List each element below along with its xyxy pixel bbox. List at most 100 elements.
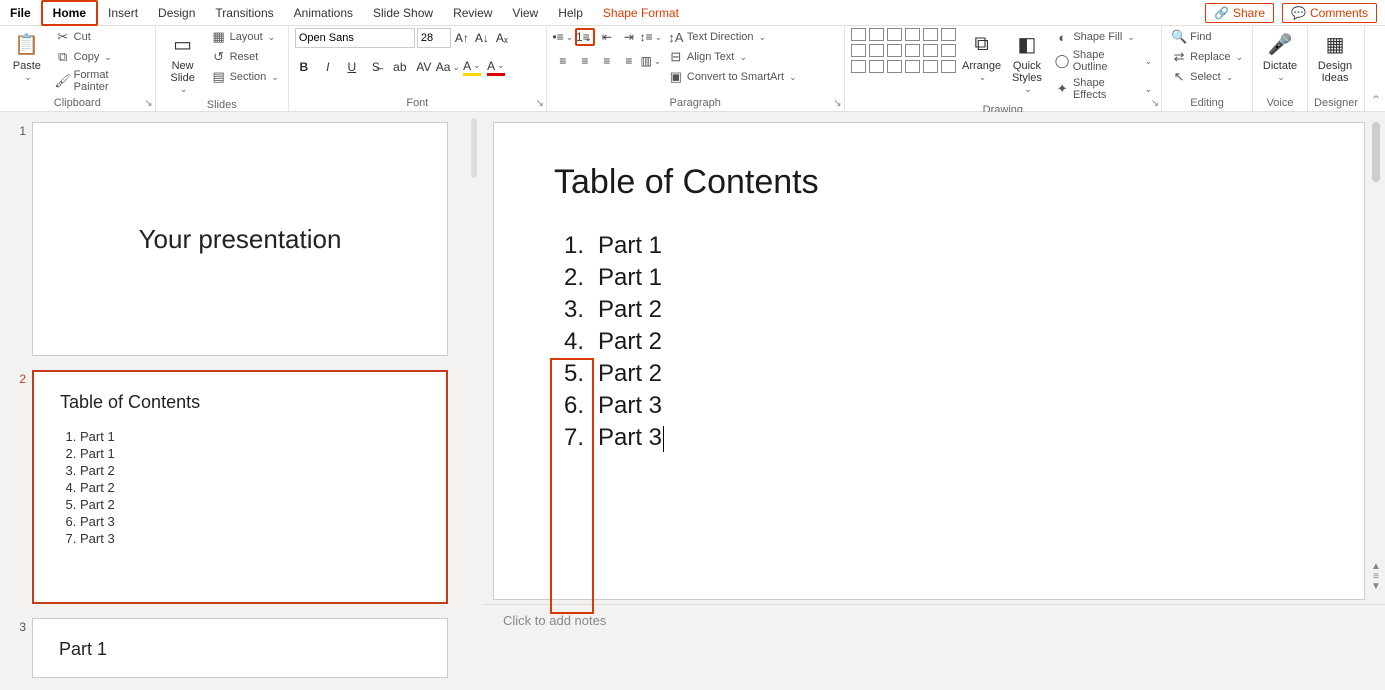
font-size-input[interactable] xyxy=(417,28,451,48)
copy-icon: ⧉ xyxy=(55,49,71,65)
notes-pane[interactable]: Click to add notes xyxy=(483,604,1385,636)
toc-text[interactable]: Part 2 xyxy=(594,360,662,388)
toc-text[interactable]: Part 2 xyxy=(594,328,662,356)
justify-button[interactable]: ≡ xyxy=(619,52,639,70)
thumbnail-slide-3[interactable]: Part 1 xyxy=(32,618,448,678)
group-slides: ▭ New Slide⌄ ▦Layout⌄ ↺Reset ▤Section⌄ S… xyxy=(156,26,289,111)
new-slide-button[interactable]: ▭ New Slide⌄ xyxy=(162,28,204,97)
italic-button[interactable]: I xyxy=(319,58,337,76)
cut-icon: ✂ xyxy=(55,29,71,45)
format-painter-button[interactable]: 🖌Format Painter xyxy=(52,68,149,94)
dictate-button[interactable]: 🎤Dictate⌄ xyxy=(1259,28,1301,85)
layout-icon: ▦ xyxy=(211,29,227,45)
group-editing: 🔍Find ⇄Replace⌄ ↖Select⌄ Editing xyxy=(1162,26,1253,111)
thumb2-list: Part 1 Part 1 Part 2 Part 2 Part 2 Part … xyxy=(60,429,420,546)
toc-text[interactable]: Part 1 xyxy=(594,264,662,292)
slide-title[interactable]: Table of Contents xyxy=(554,163,1304,202)
align-text-button[interactable]: ⊟Align Text⌄ xyxy=(665,48,800,66)
reset-icon: ↺ xyxy=(211,49,227,65)
thumbnail-panel[interactable]: 1 Your presentation 2 Table of Contents … xyxy=(0,112,465,690)
dialog-launcher-clipboard[interactable]: ↘ xyxy=(144,98,152,109)
reset-button[interactable]: ↺Reset xyxy=(208,48,282,66)
collapse-ribbon[interactable]: ⌃ xyxy=(1365,26,1385,111)
strike-button[interactable]: S̶ xyxy=(367,58,385,76)
find-button[interactable]: 🔍Find xyxy=(1168,28,1246,46)
tab-slideshow[interactable]: Slide Show xyxy=(363,2,443,24)
tab-transitions[interactable]: Transitions xyxy=(205,2,283,24)
tab-shape-format[interactable]: Shape Format xyxy=(593,2,689,24)
increase-font-button[interactable]: A↑ xyxy=(453,29,471,47)
toc-list[interactable]: 1.Part 1 2.Part 1 3.Part 2 4.Part 2 5.Pa… xyxy=(554,232,1304,452)
tab-animations[interactable]: Animations xyxy=(284,2,363,24)
comment-icon: 💬 xyxy=(1291,6,1306,20)
layout-button[interactable]: ▦Layout⌄ xyxy=(208,28,282,46)
toc-text[interactable]: Part 1 xyxy=(594,232,662,260)
toc-num: 4. xyxy=(554,328,594,356)
splitter[interactable] xyxy=(465,112,483,690)
select-button[interactable]: ↖Select⌄ xyxy=(1168,68,1246,86)
clear-formatting-button[interactable]: Aₓ xyxy=(493,29,511,47)
columns-button[interactable]: ▥⌄ xyxy=(641,52,661,70)
section-button[interactable]: ▤Section⌄ xyxy=(208,68,282,86)
toc-text[interactable]: Part 2 xyxy=(594,296,662,324)
shadow-button[interactable]: ab xyxy=(391,58,409,76)
thumbnail-slide-1[interactable]: Your presentation xyxy=(32,122,448,356)
group-designer: ▦Design Ideas Designer xyxy=(1308,26,1365,111)
shapes-gallery[interactable] xyxy=(851,28,957,74)
align-center-button[interactable]: ≡ xyxy=(575,52,595,70)
replace-button[interactable]: ⇄Replace⌄ xyxy=(1168,48,1246,66)
paste-icon: 📋 xyxy=(13,30,41,58)
toc-text[interactable]: Part 3 xyxy=(594,424,664,452)
quick-styles-button[interactable]: ◧Quick Styles⌄ xyxy=(1007,28,1048,97)
shape-outline-button[interactable]: ◯Shape Outline⌄ xyxy=(1051,48,1155,74)
decrease-indent-button[interactable]: ⇤ xyxy=(597,28,617,46)
font-name-input[interactable] xyxy=(295,28,415,48)
highlight-button[interactable]: A⌄ xyxy=(463,58,481,76)
comments-button[interactable]: 💬Comments xyxy=(1282,3,1377,23)
slide-canvas[interactable]: Table of Contents 1.Part 1 2.Part 1 3.Pa… xyxy=(493,122,1365,600)
share-button[interactable]: 🔗Share xyxy=(1205,3,1274,23)
shape-fill-button[interactable]: ◐Shape Fill⌄ xyxy=(1051,28,1155,46)
share-icon: 🔗 xyxy=(1214,6,1229,20)
convert-smartart-button[interactable]: ▣Convert to SmartArt⌄ xyxy=(665,68,800,86)
text-direction-button[interactable]: ↕AText Direction⌄ xyxy=(665,28,800,46)
group-label-designer: Designer xyxy=(1314,95,1358,111)
group-label-slides: Slides xyxy=(162,97,282,113)
spacing-button[interactable]: AV xyxy=(415,58,433,76)
change-case-button[interactable]: Aa⌄ xyxy=(439,58,457,76)
numbering-button[interactable]: 1≡ xyxy=(575,28,595,46)
toc-num: 1. xyxy=(554,232,594,260)
tab-help[interactable]: Help xyxy=(548,2,593,24)
tab-design[interactable]: Design xyxy=(148,2,205,24)
chevron-down-icon: ⌄ xyxy=(24,72,32,83)
decrease-font-button[interactable]: A↓ xyxy=(473,29,491,47)
cut-button[interactable]: ✂Cut xyxy=(52,28,149,46)
toc-text[interactable]: Part 3 xyxy=(594,392,662,420)
thumb-number-3: 3 xyxy=(6,618,26,634)
shape-effects-button[interactable]: ✦Shape Effects⌄ xyxy=(1051,76,1155,102)
arrange-button[interactable]: ⧉Arrange⌄ xyxy=(961,28,1003,85)
bullets-button[interactable]: •≡⌄ xyxy=(553,28,573,46)
paste-button[interactable]: 📋 Paste⌄ xyxy=(6,28,48,85)
tab-file[interactable]: File xyxy=(0,2,41,24)
dialog-launcher-paragraph[interactable]: ↘ xyxy=(833,98,841,109)
tab-view[interactable]: View xyxy=(502,2,548,24)
dialog-launcher-drawing[interactable]: ↘ xyxy=(1151,98,1159,109)
tab-insert[interactable]: Insert xyxy=(98,2,148,24)
dialog-launcher-font[interactable]: ↘ xyxy=(535,98,543,109)
design-ideas-button[interactable]: ▦Design Ideas xyxy=(1314,28,1356,86)
align-right-button[interactable]: ≡ xyxy=(597,52,617,70)
copy-button[interactable]: ⧉Copy⌄ xyxy=(52,48,149,66)
thumb1-title: Your presentation xyxy=(139,224,342,255)
align-left-button[interactable]: ≡ xyxy=(553,52,573,70)
bold-button[interactable]: B xyxy=(295,58,313,76)
underline-button[interactable]: U xyxy=(343,58,361,76)
font-color-button[interactable]: A⌄ xyxy=(487,58,505,76)
tab-review[interactable]: Review xyxy=(443,2,502,24)
increase-indent-button[interactable]: ⇥ xyxy=(619,28,639,46)
thumbnail-slide-2[interactable]: Table of Contents Part 1 Part 1 Part 2 P… xyxy=(32,370,448,604)
fill-icon: ◐ xyxy=(1054,29,1070,45)
tab-home[interactable]: Home xyxy=(41,0,98,26)
vertical-scrollbar[interactable]: ▲≡▼ xyxy=(1369,122,1383,592)
line-spacing-button[interactable]: ↕≡⌄ xyxy=(641,28,661,46)
